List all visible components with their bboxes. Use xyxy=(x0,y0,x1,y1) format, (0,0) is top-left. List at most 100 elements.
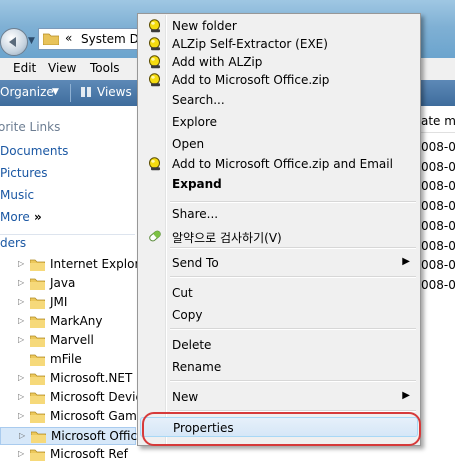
annotation-highlight-ring xyxy=(142,412,421,446)
favorite-music[interactable]: Music xyxy=(0,188,34,202)
tree-item-label: mFile xyxy=(50,352,82,366)
more-chevron-icon[interactable]: » xyxy=(34,210,42,224)
menu-item-label: New folder xyxy=(172,19,237,33)
date-cell[interactable]: 008-08 xyxy=(421,199,455,213)
menu-separator xyxy=(170,276,416,278)
menu-item-cut[interactable]: Cut xyxy=(140,283,418,303)
expand-arrow-icon[interactable]: ▷ xyxy=(18,297,24,306)
menu-item-label: Share... xyxy=(172,207,219,221)
date-cell[interactable]: 008-08 xyxy=(421,219,455,233)
tree-item[interactable]: ▷ Microsoft Office xyxy=(0,427,144,445)
alzip-icon xyxy=(148,19,162,33)
tree-item[interactable]: ▷ JMI xyxy=(0,294,136,312)
menu-item-send-to[interactable]: Send To ▶ xyxy=(140,253,418,273)
menu-item-label: New xyxy=(172,390,199,404)
tree-item-label: Marvell xyxy=(50,333,94,347)
folder-icon xyxy=(31,431,46,443)
breadcrumb-overflow[interactable]: « xyxy=(65,31,72,45)
back-button[interactable] xyxy=(0,28,28,56)
expand-arrow-icon[interactable]: ▷ xyxy=(18,335,24,344)
expand-arrow-icon[interactable]: ▷ xyxy=(18,316,24,325)
menu-view[interactable]: View xyxy=(48,61,76,75)
organize-button[interactable]: Organize xyxy=(0,85,54,99)
folder-icon xyxy=(30,335,45,347)
tree-item[interactable]: ▷ Marvell xyxy=(0,332,136,350)
expand-arrow-icon[interactable]: ▷ xyxy=(18,259,24,268)
favorite-more[interactable]: More xyxy=(0,210,30,224)
date-cell[interactable]: 008-08 xyxy=(421,179,455,193)
menu-edit[interactable]: Edit xyxy=(13,61,36,75)
menu-item-label: Add with ALZip xyxy=(172,55,263,69)
alzip-icon xyxy=(148,157,162,171)
favorite-documents[interactable]: Documents xyxy=(0,144,68,158)
date-cell[interactable]: 008-08 xyxy=(421,160,455,174)
tree-item-label: JMI xyxy=(50,295,68,309)
nav-history-dropdown[interactable]: ▼ xyxy=(28,36,35,46)
menu-item-explore[interactable]: Explore xyxy=(140,112,418,132)
expand-arrow-icon[interactable]: ▷ xyxy=(19,431,25,440)
tree-item[interactable]: ▷ Microsoft Ref xyxy=(0,446,136,464)
menu-tools[interactable]: Tools xyxy=(90,61,120,75)
expand-arrow-icon[interactable]: ▷ xyxy=(18,392,24,401)
menu-item-label: Add to Microsoft Office.zip xyxy=(172,73,330,87)
alyac-icon xyxy=(148,229,162,243)
tree-item-label: Microsoft Office xyxy=(51,429,145,443)
toolbar-divider xyxy=(70,84,71,102)
navigation-pane: orite Links Documents Pictures Music Mor… xyxy=(0,106,151,461)
folder-icon xyxy=(30,373,45,385)
tree-item-label: Java xyxy=(50,276,76,290)
favorite-pictures[interactable]: Pictures xyxy=(0,166,48,180)
menu-separator xyxy=(170,201,416,203)
views-button[interactable]: Views xyxy=(97,85,132,99)
favorite-links-header: orite Links xyxy=(0,120,61,134)
menu-item-alzip-self-extractor-exe[interactable]: ALZip Self-Extractor (EXE) xyxy=(140,34,418,54)
pane-divider xyxy=(0,234,135,235)
tree-item[interactable]: mFile xyxy=(0,351,136,369)
folder-icon xyxy=(43,33,59,45)
menu-item-new-folder[interactable]: New folder xyxy=(140,16,418,36)
date-cell[interactable]: 008-08 xyxy=(421,278,455,292)
expand-arrow-icon[interactable]: ▷ xyxy=(18,278,24,287)
tree-item-label: Microsoft Game xyxy=(50,409,145,423)
address-bar[interactable]: « System Dis xyxy=(38,28,148,50)
menu-item-open[interactable]: Open xyxy=(140,134,418,154)
tree-item[interactable]: ▷ Internet Explorer xyxy=(0,256,151,274)
expand-arrow-icon[interactable]: ▷ xyxy=(18,373,24,382)
menu-item-delete[interactable]: Delete xyxy=(140,335,418,355)
folder-icon xyxy=(30,354,45,366)
date-modified-column-header[interactable]: ate m xyxy=(420,110,455,133)
tree-item[interactable]: ▷ Microsoft.NET xyxy=(0,370,136,388)
folder-icon xyxy=(30,392,45,404)
menu-item-label: Send To xyxy=(172,256,219,270)
menu-item-v[interactable]: 알약으로 검사하기(V) xyxy=(140,226,418,246)
menu-item-copy[interactable]: Copy xyxy=(140,305,418,325)
organize-dropdown-icon[interactable]: ▼ xyxy=(52,87,59,97)
menu-item-add-with-alzip[interactable]: Add with ALZip xyxy=(140,52,418,72)
menu-item-expand[interactable]: Expand xyxy=(140,174,418,194)
folder-icon xyxy=(30,316,45,328)
menu-item-add-to-microsoft-office-zip-and-email[interactable]: Add to Microsoft Office.zip and Email xyxy=(140,154,418,174)
menu-item-share[interactable]: Share... xyxy=(140,204,418,224)
tree-item[interactable]: ▷ Microsoft Device xyxy=(0,389,149,407)
menu-item-label: Search... xyxy=(172,93,225,107)
menu-item-new[interactable]: New ▶ xyxy=(140,387,418,407)
menu-item-add-to-microsoft-office-zip[interactable]: Add to Microsoft Office.zip xyxy=(140,70,418,90)
menu-item-rename[interactable]: Rename xyxy=(140,357,418,377)
alzip-icon xyxy=(148,73,162,87)
date-cell[interactable]: 008-08 xyxy=(421,239,455,253)
expand-arrow-icon[interactable]: ▷ xyxy=(18,449,24,458)
folders-header[interactable]: ders xyxy=(0,236,26,250)
tree-item[interactable]: ▷ Microsoft Game xyxy=(0,408,144,426)
date-cell[interactable]: 008-08 xyxy=(421,258,455,272)
date-cell[interactable]: 008-08 xyxy=(421,140,455,154)
folder-icon xyxy=(30,278,45,290)
menu-item-search[interactable]: Search... xyxy=(140,90,418,110)
tree-item[interactable]: ▷ Java xyxy=(0,275,136,293)
tree-item-label: Microsoft Device xyxy=(50,390,150,404)
menu-item-label: Rename xyxy=(172,360,222,374)
views-icon[interactable] xyxy=(81,87,91,97)
tree-item[interactable]: ▷ MarkAny xyxy=(0,313,136,331)
folder-icon xyxy=(30,259,45,271)
menu-item-label: Explore xyxy=(172,115,218,129)
expand-arrow-icon[interactable]: ▷ xyxy=(18,411,24,420)
